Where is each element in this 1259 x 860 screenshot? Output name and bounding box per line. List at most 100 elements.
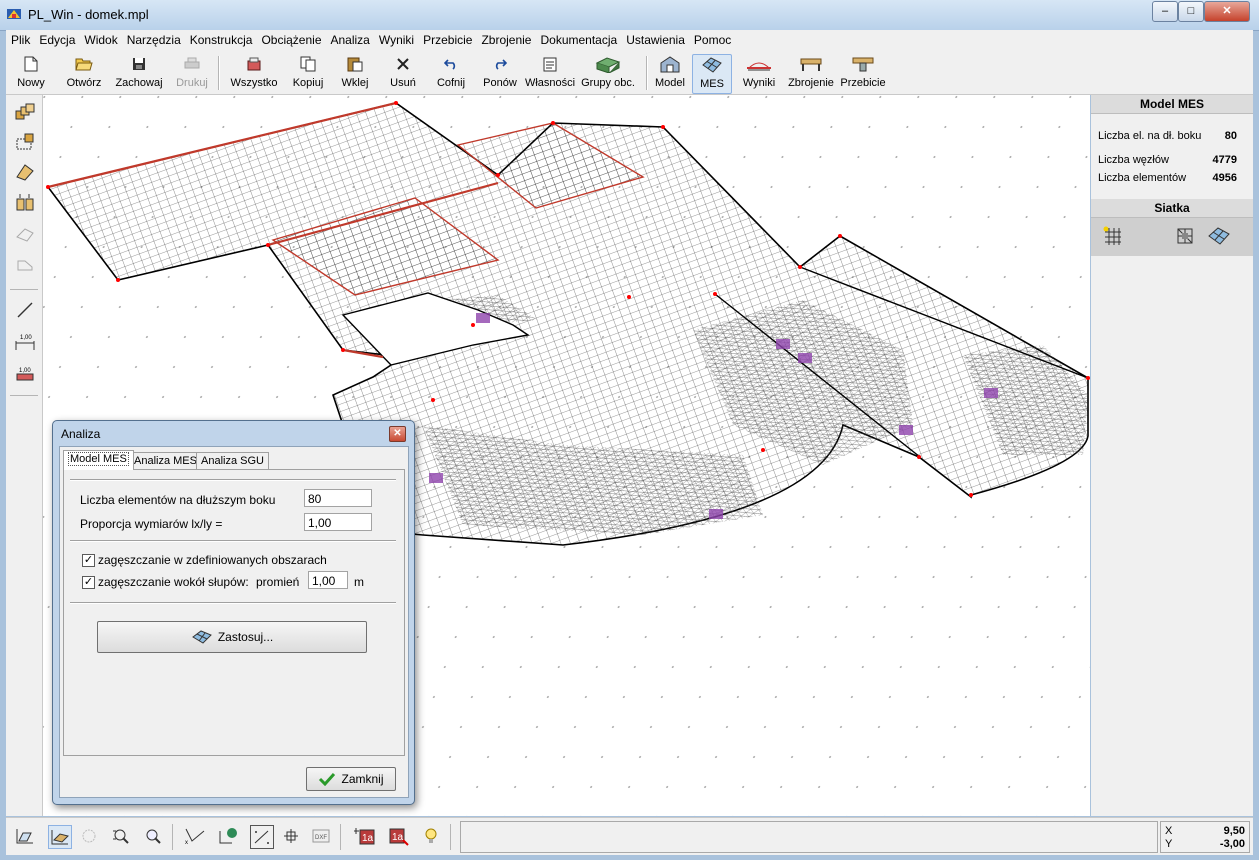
axes-button[interactable]: x: [184, 825, 206, 847]
snap-icon: [254, 830, 269, 844]
node-marker[interactable]: [713, 292, 717, 296]
node-marker[interactable]: [1086, 376, 1090, 380]
undo-button[interactable]: Cofnij: [434, 54, 468, 92]
view-3d-button[interactable]: [48, 825, 72, 849]
line-tool[interactable]: [14, 299, 36, 321]
dialog-close-button[interactable]: ✕: [389, 426, 406, 442]
global-axes-button[interactable]: [218, 825, 240, 847]
column-marker[interactable]: [899, 425, 913, 435]
zoom-all-button[interactable]: [110, 825, 132, 847]
menu-zbrojenie[interactable]: Zbrojenie: [476, 30, 535, 47]
opening-tool[interactable]: [14, 131, 36, 153]
column-marker[interactable]: [429, 473, 443, 483]
beam-dimension-tool[interactable]: 1,00: [14, 363, 36, 385]
column-marker[interactable]: [776, 339, 790, 349]
minimize-button[interactable]: –: [1152, 1, 1178, 22]
rotate-view-button[interactable]: [78, 825, 100, 847]
column-marker[interactable]: [798, 353, 812, 363]
node-marker[interactable]: [917, 455, 921, 459]
menu-obciazenie[interactable]: Obciążenie: [256, 30, 325, 47]
close-button[interactable]: ✕: [1204, 1, 1250, 22]
snap-grid-button[interactable]: [250, 825, 274, 849]
apply-button[interactable]: Zastosuj...: [97, 621, 367, 653]
node-marker[interactable]: [266, 243, 270, 247]
mesh-view-button[interactable]: [1207, 226, 1231, 249]
node-marker[interactable]: [394, 101, 398, 105]
node-marker[interactable]: [471, 323, 475, 327]
ratio-input[interactable]: 1,00: [304, 513, 372, 531]
slab-tool[interactable]: [14, 101, 36, 123]
node-marker[interactable]: [761, 448, 765, 452]
save-button[interactable]: Zachowaj: [114, 54, 164, 92]
region-tool[interactable]: [14, 253, 36, 275]
svg-text:1,00: 1,00: [19, 368, 31, 374]
wall-tool[interactable]: [14, 161, 36, 183]
elements-input[interactable]: 80: [304, 489, 372, 507]
densify-areas-checkbox[interactable]: ✓: [82, 554, 95, 567]
menu-pomoc[interactable]: Pomoc: [689, 30, 735, 47]
menu-dokumentacja[interactable]: Dokumentacja: [535, 30, 621, 47]
node-marker[interactable]: [969, 493, 973, 497]
densify-columns-checkbox[interactable]: ✓: [82, 576, 95, 589]
dimension-tool[interactable]: 1,00: [14, 331, 36, 353]
node-marker[interactable]: [116, 278, 120, 282]
punching-button[interactable]: Przebicie: [838, 54, 888, 92]
node-marker[interactable]: [627, 295, 631, 299]
menu-edycja[interactable]: Edycja: [34, 30, 79, 47]
tab-model-mes[interactable]: Model MES: [63, 450, 134, 470]
tab-analiza-sgu[interactable]: Analiza SGU: [196, 452, 269, 469]
column-tool[interactable]: [14, 191, 36, 213]
lightbulb-icon: [425, 828, 437, 843]
dxf-button[interactable]: DXF: [310, 825, 332, 847]
delete-button[interactable]: Usuń: [386, 54, 420, 92]
menu-wyniki[interactable]: Wyniki: [374, 30, 418, 47]
zoom-button[interactable]: [142, 825, 164, 847]
node-marker[interactable]: [838, 234, 842, 238]
node-marker[interactable]: [551, 121, 555, 125]
status-message-field: [460, 821, 1158, 853]
node-marker[interactable]: [661, 125, 665, 129]
node-marker[interactable]: [798, 265, 802, 269]
radius-input[interactable]: 1,00: [308, 571, 348, 589]
tab-analiza-mes[interactable]: Analiza MES: [129, 452, 202, 469]
hint-button[interactable]: [420, 825, 442, 847]
maximize-button[interactable]: □: [1178, 1, 1204, 22]
model-button[interactable]: Model: [652, 54, 688, 92]
mes-button[interactable]: MES: [692, 54, 732, 94]
column-marker[interactable]: [476, 313, 490, 323]
menu-analiza[interactable]: Analiza: [326, 30, 374, 47]
load-case-edit-button[interactable]: 1a: [388, 825, 410, 847]
menu-ustawienia[interactable]: Ustawienia: [621, 30, 689, 47]
node-marker[interactable]: [46, 185, 50, 189]
node-marker[interactable]: [496, 173, 500, 177]
refine-mesh-button[interactable]: [1175, 226, 1195, 249]
mesh-apply-icon: [191, 630, 212, 644]
menu-narzedzia[interactable]: Narzędzia: [122, 30, 185, 47]
zone-tool[interactable]: [14, 223, 36, 245]
generate-grid-button[interactable]: [1103, 226, 1123, 249]
view-plan-button[interactable]: [14, 825, 36, 847]
reinforcement-button[interactable]: Zbrojenie: [786, 54, 836, 92]
node-snap-button[interactable]: [280, 825, 302, 847]
load-groups-button[interactable]: Grupy obc.: [580, 54, 636, 92]
menu-przebicie[interactable]: Przebicie: [418, 30, 476, 47]
redo-button[interactable]: Ponów: [480, 54, 520, 92]
load-case-button[interactable]: 1a: [354, 825, 376, 847]
menu-widok[interactable]: Widok: [79, 30, 121, 47]
node-marker[interactable]: [431, 398, 435, 402]
open-button[interactable]: Otwórz: [62, 54, 106, 92]
column-marker[interactable]: [984, 388, 998, 398]
column-marker[interactable]: [709, 509, 723, 519]
properties-button[interactable]: Własności: [524, 54, 576, 92]
node-marker[interactable]: [341, 348, 345, 352]
menu-plik[interactable]: Plik: [6, 30, 34, 47]
print-button[interactable]: Drukuj: [172, 54, 212, 92]
paste-button[interactable]: Wklej: [338, 54, 372, 92]
close-dialog-button[interactable]: Zamknij: [306, 767, 396, 791]
results-button[interactable]: Wyniki: [736, 54, 782, 92]
menu-konstrukcja[interactable]: Konstrukcja: [185, 30, 257, 47]
new-button[interactable]: Nowy: [12, 54, 50, 92]
copy-icon: [300, 56, 316, 72]
copy-button[interactable]: Kopiuj: [290, 54, 326, 92]
select-all-button[interactable]: Wszystko: [228, 54, 280, 92]
